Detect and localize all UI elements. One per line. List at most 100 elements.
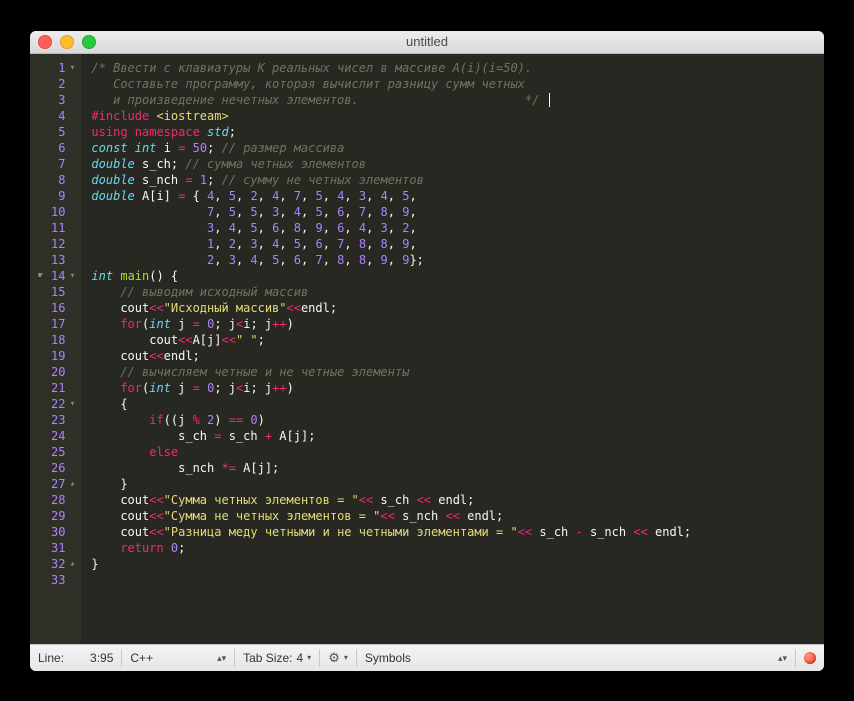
gutter-row[interactable]: 25	[38, 444, 77, 460]
window-controls	[38, 35, 96, 49]
fold-icon[interactable]: ▾	[67, 396, 77, 412]
symbols-selector[interactable]: Symbols	[365, 651, 411, 665]
code-line[interactable]: #include <iostream>	[91, 108, 824, 124]
gutter-row[interactable]: 1▾	[38, 60, 77, 76]
statusbar-sep	[795, 649, 796, 667]
gutter-row[interactable]: 18	[38, 332, 77, 348]
chevron-down-icon: ▾	[344, 653, 348, 662]
gutter-row[interactable]: 16	[38, 300, 77, 316]
fold-icon[interactable]: ▾	[67, 60, 77, 76]
code-line[interactable]: и произведение нечетных элементов. */	[91, 92, 824, 108]
gutter-row[interactable]: 22▾	[38, 396, 77, 412]
code-line[interactable]: // вычисляем четные и не четные элементы	[91, 364, 824, 380]
code-line[interactable]: 1, 2, 3, 4, 5, 6, 7, 8, 8, 9,	[91, 236, 824, 252]
gutter-row[interactable]: 9	[38, 188, 77, 204]
gutter-row[interactable]: 12	[38, 236, 77, 252]
fold-icon[interactable]: ▴	[67, 556, 77, 572]
tab-size-label: Tab Size:	[243, 651, 292, 665]
gutter-row[interactable]: 31	[38, 540, 77, 556]
code-line[interactable]: double A[i] = { 4, 5, 2, 4, 7, 5, 4, 3, …	[91, 188, 824, 204]
titlebar: untitled	[30, 31, 824, 54]
gutter-row[interactable]: 10	[38, 204, 77, 220]
symbols-label: Symbols	[365, 651, 411, 665]
close-window-button[interactable]	[38, 35, 52, 49]
statusbar-sep	[121, 649, 122, 667]
gutter-row[interactable]: 19	[38, 348, 77, 364]
code-line[interactable]: using namespace std;	[91, 124, 824, 140]
gutter-row[interactable]: 11	[38, 220, 77, 236]
code-line[interactable]: 2, 3, 4, 5, 6, 7, 8, 8, 9, 9};	[91, 252, 824, 268]
tab-size-selector[interactable]: Tab Size: 4 ▾	[243, 651, 311, 665]
gutter-row[interactable]: ☛14▾	[38, 268, 77, 284]
line-col-value[interactable]: 3:95	[90, 651, 113, 665]
minimize-window-button[interactable]	[60, 35, 74, 49]
gutter-row[interactable]: 29	[38, 508, 77, 524]
window-title: untitled	[30, 34, 824, 49]
gutter-row[interactable]: 15	[38, 284, 77, 300]
code-line[interactable]	[91, 572, 824, 588]
statusbar-sep	[319, 649, 320, 667]
maximize-window-button[interactable]	[82, 35, 96, 49]
code-line[interactable]: cout<<endl;	[91, 348, 824, 364]
chevron-down-icon: ▾	[307, 653, 311, 662]
code-line[interactable]: for(int j = 0; j<i; j++)	[91, 380, 824, 396]
code-line[interactable]: 3, 4, 5, 6, 8, 9, 6, 4, 3, 2,	[91, 220, 824, 236]
code-line[interactable]: s_ch = s_ch + A[j];	[91, 428, 824, 444]
gutter-row[interactable]: 5	[38, 124, 77, 140]
settings-button[interactable]: ⚙ ▾	[328, 650, 348, 666]
language-selector[interactable]: C++ ▴▾	[130, 651, 226, 665]
chevron-updown-icon[interactable]: ▴▾	[778, 655, 787, 661]
code-line[interactable]: /* Ввести с клавиатуры K реальных чисел …	[91, 60, 824, 76]
text-cursor	[549, 93, 550, 107]
gutter-row[interactable]: 30	[38, 524, 77, 540]
gutter-row[interactable]: 7	[38, 156, 77, 172]
gutter-row[interactable]: 32▴	[38, 556, 77, 572]
code-line[interactable]: }	[91, 476, 824, 492]
gutter-row[interactable]: 6	[38, 140, 77, 156]
line-label: Line:	[38, 651, 64, 665]
gutter-row[interactable]: 26	[38, 460, 77, 476]
fold-icon[interactable]: ▴	[67, 476, 77, 492]
code-line[interactable]: 7, 5, 5, 3, 4, 5, 6, 7, 8, 9,	[91, 204, 824, 220]
code-line[interactable]: return 0;	[91, 540, 824, 556]
code-line[interactable]: else	[91, 444, 824, 460]
code-line[interactable]: {	[91, 396, 824, 412]
code-line[interactable]: cout<<"Разница меду четными и не четными…	[91, 524, 824, 540]
gear-icon: ⚙	[328, 650, 340, 666]
language-label: C++	[130, 651, 153, 665]
line-gutter[interactable]: 1▾2345678910111213☛14▾1516171819202122▾2…	[30, 54, 81, 644]
gutter-row[interactable]: 28	[38, 492, 77, 508]
code-line[interactable]: const int i = 50; // размер массива	[91, 140, 824, 156]
code-line[interactable]: s_nch *= A[j];	[91, 460, 824, 476]
gutter-row[interactable]: 27▴	[38, 476, 77, 492]
code-line[interactable]: cout<<"Сумма четных элементов = "<< s_ch…	[91, 492, 824, 508]
status-bar: Line: 3:95 C++ ▴▾ Tab Size: 4 ▾ ⚙ ▾ Symb…	[30, 644, 824, 671]
gutter-row[interactable]: 21	[38, 380, 77, 396]
code-area[interactable]: /* Ввести с клавиатуры K реальных чисел …	[81, 54, 824, 644]
gutter-row[interactable]: 13	[38, 252, 77, 268]
gutter-row[interactable]: 33	[38, 572, 77, 588]
code-line[interactable]: cout<<A[j]<<" ";	[91, 332, 824, 348]
chevron-updown-icon: ▴▾	[217, 655, 226, 661]
gutter-row[interactable]: 24	[38, 428, 77, 444]
code-line[interactable]: cout<<"Исходный массив"<<endl;	[91, 300, 824, 316]
record-indicator-icon[interactable]	[804, 652, 816, 664]
code-line[interactable]: // выводим исходный массив	[91, 284, 824, 300]
code-line[interactable]: if((j % 2) == 0)	[91, 412, 824, 428]
gutter-row[interactable]: 17	[38, 316, 77, 332]
code-line[interactable]: Составьте программу, которая вычислит ра…	[91, 76, 824, 92]
gutter-row[interactable]: 4	[38, 108, 77, 124]
gutter-row[interactable]: 23	[38, 412, 77, 428]
editor-window: untitled 1▾2345678910111213☛14▾151617181…	[30, 31, 824, 671]
gutter-row[interactable]: 2	[38, 76, 77, 92]
code-line[interactable]: for(int j = 0; j<i; j++)	[91, 316, 824, 332]
gutter-row[interactable]: 8	[38, 172, 77, 188]
code-line[interactable]: double s_ch; // сумма четных элементов	[91, 156, 824, 172]
code-line[interactable]: int main() {	[91, 268, 824, 284]
code-line[interactable]: }	[91, 556, 824, 572]
gutter-row[interactable]: 20	[38, 364, 77, 380]
fold-icon[interactable]: ▾	[67, 268, 77, 284]
gutter-row[interactable]: 3	[38, 92, 77, 108]
code-line[interactable]: double s_nch = 1; // сумму не четных эле…	[91, 172, 824, 188]
code-line[interactable]: cout<<"Сумма не четных элементов = "<< s…	[91, 508, 824, 524]
